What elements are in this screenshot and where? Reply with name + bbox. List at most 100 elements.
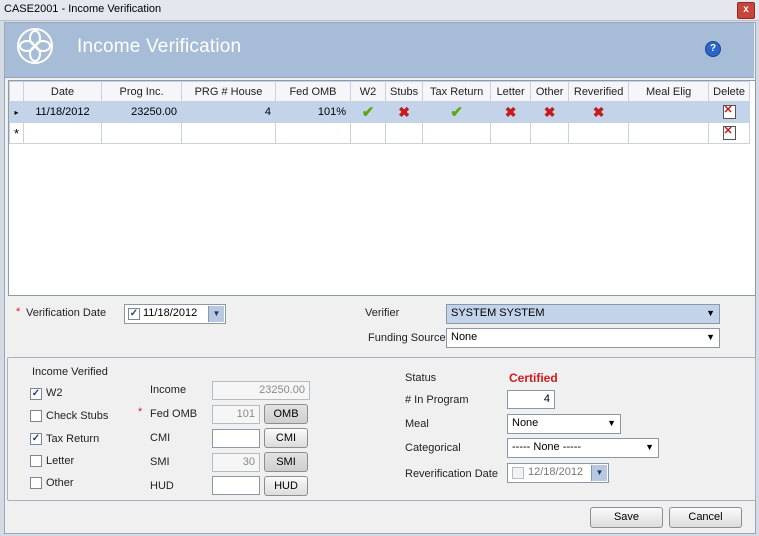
new-cell[interactable]	[350, 122, 386, 144]
income-field[interactable]: 23250.00	[212, 381, 310, 400]
other-checkbox[interactable]	[30, 477, 42, 489]
col-header-delete[interactable]: Delete	[708, 81, 750, 102]
help-icon[interactable]: ?	[705, 41, 721, 57]
w2-label: W2	[46, 387, 63, 399]
new-cell-delete[interactable]	[708, 122, 750, 144]
x-icon: ✖	[543, 103, 556, 120]
new-cell[interactable]	[490, 122, 532, 144]
cell-date[interactable]: 11/18/2012	[23, 101, 102, 123]
cell-tax-return[interactable]: ✔	[422, 101, 492, 123]
verification-date-label: Verification Date	[26, 307, 107, 319]
col-header-prg-house[interactable]: PRG # House	[181, 81, 276, 102]
new-cell[interactable]	[275, 122, 351, 144]
letter-checkbox[interactable]	[30, 455, 42, 467]
col-header-w2[interactable]: W2	[350, 81, 386, 102]
tax-return-label: Tax Return	[46, 433, 100, 445]
meal-select[interactable]: None ▼	[507, 414, 621, 434]
close-button[interactable]: x	[737, 2, 755, 19]
cell-prog-inc[interactable]: 23250.00	[101, 101, 182, 123]
cell-meal-elig[interactable]	[628, 101, 710, 123]
delete-icon[interactable]	[722, 103, 736, 119]
col-header-other[interactable]: Other	[530, 81, 570, 102]
status-label: Status	[405, 372, 437, 384]
table-row[interactable]: ▸ 11/18/2012 23250.00 4 101% ✔ ✖ ✔ ✖ ✖ ✖	[9, 101, 750, 123]
reverification-date-label: Reverification Date	[405, 468, 498, 480]
col-header-date[interactable]: Date	[23, 81, 102, 102]
delete-icon[interactable]	[722, 124, 736, 140]
smi-field[interactable]: 30	[212, 453, 260, 472]
hud-label: HUD	[150, 480, 174, 492]
cell-fed-omb[interactable]: 101%	[275, 101, 351, 123]
cmi-field[interactable]	[212, 429, 260, 448]
details-panel	[7, 357, 756, 501]
chevron-down-icon: ▼	[607, 418, 616, 428]
status-badge: Certified	[509, 371, 558, 385]
categorical-label: Categorical	[405, 442, 461, 454]
in-program-field[interactable]: 4	[507, 390, 555, 409]
col-header-stubs[interactable]: Stubs	[384, 81, 424, 102]
cell-prg-house[interactable]: 4	[181, 101, 276, 123]
hud-button[interactable]: HUD	[264, 476, 308, 496]
col-header-fed-omb[interactable]: Fed OMB	[275, 81, 351, 102]
verifier-select[interactable]: SYSTEM SYSTEM ▼	[446, 304, 720, 324]
w2-checkbox[interactable]: ✓	[30, 388, 42, 400]
new-cell[interactable]	[422, 122, 492, 144]
verification-grid[interactable]: Date Prog Inc. PRG # House Fed OMB W2 St…	[8, 80, 756, 296]
chevron-down-icon: ▼	[645, 442, 654, 452]
verifier-value: SYSTEM SYSTEM	[451, 307, 545, 319]
x-icon: ✖	[398, 103, 410, 120]
funding-source-value: None	[451, 331, 478, 343]
reverification-date-picker[interactable]: 12/18/2012 ▼	[507, 463, 609, 483]
cell-stubs[interactable]: ✖	[384, 101, 424, 123]
page-title: Income Verification	[77, 36, 242, 57]
chevron-down-icon: ▼	[706, 308, 715, 318]
new-cell[interactable]	[628, 122, 710, 144]
cell-w2[interactable]: ✔	[350, 101, 386, 123]
verification-date-value: 11/18/2012	[143, 307, 198, 319]
new-table-row[interactable]: *	[9, 122, 750, 144]
omb-button[interactable]: OMB	[264, 404, 308, 424]
required-marker: *	[138, 406, 143, 418]
cell-letter[interactable]: ✖	[490, 101, 532, 123]
verification-date-picker[interactable]: ✓ 11/18/2012 ▼	[124, 304, 226, 324]
new-cell[interactable]	[101, 122, 182, 144]
corner-cell	[9, 81, 24, 102]
cancel-button[interactable]: Cancel	[669, 507, 742, 528]
col-header-tax-return[interactable]: Tax Return	[422, 81, 492, 102]
row-indicator: ▸	[9, 101, 24, 123]
verification-date-checkbox[interactable]: ✓	[128, 308, 140, 320]
calendar-dropdown-icon[interactable]: ▼	[208, 306, 224, 322]
cell-reverified[interactable]: ✖	[568, 101, 630, 123]
income-verified-title: Income Verified	[32, 366, 108, 378]
page-header: Income Verification ?	[5, 23, 754, 78]
check-stubs-checkbox[interactable]	[30, 410, 42, 422]
reverification-date-checkbox[interactable]	[512, 467, 524, 479]
col-header-meal-elig[interactable]: Meal Elig	[628, 81, 710, 102]
check-icon: ✔	[361, 104, 375, 121]
cmi-button[interactable]: CMI	[264, 428, 308, 448]
new-cell[interactable]	[568, 122, 630, 144]
new-cell[interactable]	[181, 122, 276, 144]
cell-other[interactable]: ✖	[530, 101, 570, 123]
new-row-indicator: *	[9, 122, 24, 144]
cmi-label: CMI	[150, 432, 171, 444]
categorical-select[interactable]: ----- None ----- ▼	[507, 438, 659, 458]
calendar-dropdown-icon[interactable]: ▼	[591, 465, 607, 481]
new-cell[interactable]	[384, 122, 424, 144]
col-header-prog-inc[interactable]: Prog Inc.	[101, 81, 182, 102]
col-header-reverified[interactable]: Reverified	[568, 81, 630, 102]
reverification-date-value: 12/18/2012	[528, 466, 584, 478]
hud-field[interactable]	[212, 476, 260, 495]
meal-label: Meal	[405, 418, 429, 430]
smi-button[interactable]: SMI	[264, 452, 308, 472]
funding-source-select[interactable]: None ▼	[446, 328, 720, 348]
new-cell[interactable]	[23, 122, 102, 144]
tax-return-checkbox[interactable]: ✓	[30, 433, 42, 445]
new-cell[interactable]	[530, 122, 570, 144]
cell-delete[interactable]	[708, 101, 750, 123]
col-header-letter[interactable]: Letter	[490, 81, 532, 102]
in-program-label: # In Program	[405, 394, 469, 406]
save-button[interactable]: Save	[590, 507, 663, 528]
smi-label: SMI	[150, 456, 170, 468]
fed-omb-field[interactable]: 101	[212, 405, 260, 424]
